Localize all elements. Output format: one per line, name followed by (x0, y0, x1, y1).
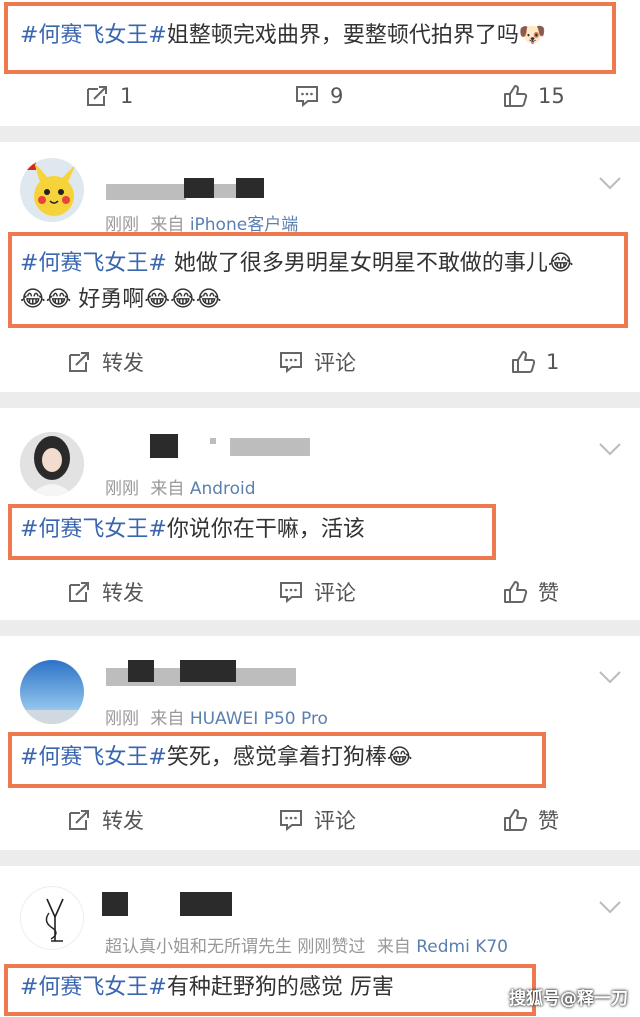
like-button[interactable]: 15 (502, 76, 565, 116)
comment-action-bar: 转发 评论 赞 (0, 572, 640, 612)
like-button[interactable]: 1 (510, 342, 559, 382)
post-text: #何赛飞女王#姐整顿完戏曲界，要整顿代拍界了吗🐶 (20, 20, 546, 52)
comment-meta: 超认真小姐和无所谓先生 刚刚赞过 来自 Redmi K70 (105, 932, 508, 957)
ysl-logo-avatar-icon (45, 898, 64, 942)
comment-card: 刚刚 来自 Android #何赛飞女王#你说你在干嘛，活该 转发 评论 赞 (0, 408, 640, 620)
repost-button[interactable]: 转发 (66, 800, 144, 840)
comment-card: 刚刚 来自 HUAWEI P50 Pro #何赛飞女王#笑死，感觉拿着打狗棒😂 … (0, 636, 640, 850)
comment-button[interactable]: 评论 (278, 342, 356, 382)
repost-button[interactable]: 1 (84, 76, 133, 116)
repost-count: 1 (120, 84, 134, 108)
comment-meta: 刚刚 来自 Android (105, 474, 256, 499)
repost-label: 转发 (102, 809, 144, 833)
like-label: 1 (546, 350, 560, 374)
like-button[interactable]: 赞 (502, 572, 559, 612)
comment-time: 刚刚 (105, 709, 139, 729)
post-body: 姐整顿完戏曲界，要整顿代拍界了吗 (166, 23, 519, 48)
like-label: 赞 (538, 809, 559, 833)
laugh-emoji-icon: 😂 (386, 745, 413, 770)
like-button[interactable]: 赞 (502, 800, 559, 840)
repost-icon (69, 352, 89, 372)
comment-label: 评论 (314, 809, 356, 833)
comment-body: 笑死，感觉拿着打狗棒 (166, 745, 387, 770)
post-action-bar: 1 9 15 (0, 76, 640, 116)
thumbs-up-icon (504, 581, 528, 603)
hashtag-link[interactable]: #何赛飞女王# (20, 745, 167, 770)
source-prefix: 来自 (150, 479, 185, 499)
repost-label: 转发 (102, 351, 144, 375)
comment-text-line2: 😂😂 好勇啊😂😂😂 (20, 284, 222, 316)
comment-action-bar: 转发 评论 赞 (0, 800, 640, 840)
sky-avatar-icon (20, 660, 84, 724)
repost-button[interactable]: 转发 (66, 342, 144, 382)
avatar[interactable] (20, 886, 84, 950)
device-source-link[interactable]: Redmi K70 (416, 937, 508, 957)
comment-meta: 刚刚 来自 HUAWEI P50 Pro (105, 704, 328, 729)
like-count: 15 (538, 84, 565, 108)
device-source-link[interactable]: Android (190, 479, 256, 499)
hashtag-link[interactable]: #何赛飞女王# (20, 23, 167, 48)
comment-body: 你说你在干嘛，活该 (166, 517, 365, 542)
comment-button[interactable]: 9 (294, 76, 343, 116)
repost-icon (87, 86, 107, 106)
source-prefix: 来自 (150, 709, 185, 729)
comment-text: #何赛飞女王#笑死，感觉拿着打狗棒😂 (20, 742, 413, 774)
repost-button[interactable]: 转发 (66, 572, 144, 612)
comment-body: 她做了很多男明星女明星不敢做的事儿 (166, 251, 548, 276)
comment-label: 评论 (314, 351, 356, 375)
repost-icon (69, 582, 89, 602)
laugh-cry-emoji-icon: 😂😂😂 (144, 287, 222, 312)
pikachu-avatar-icon (22, 160, 76, 216)
chevron-down-icon[interactable] (598, 176, 622, 190)
repost-icon (69, 810, 89, 830)
avatar[interactable] (20, 432, 84, 496)
comment-icon (280, 352, 302, 374)
username-redacted[interactable] (150, 434, 320, 460)
avatar[interactable] (20, 158, 84, 222)
thumbs-up-icon (504, 809, 528, 831)
like-label: 赞 (538, 581, 559, 605)
comment-icon (280, 582, 302, 604)
comment-label: 评论 (314, 581, 356, 605)
user-photo-avatar-icon (20, 432, 84, 496)
repost-label: 转发 (102, 581, 144, 605)
source-prefix: 来自 (376, 937, 411, 957)
watermark: 搜狐号@释一刀 (509, 989, 628, 1009)
hashtag-link[interactable]: #何赛飞女王# (20, 975, 167, 1000)
comment-button[interactable]: 评论 (278, 572, 356, 612)
thumbs-up-icon (512, 351, 536, 373)
comment-time: 刚刚 (105, 479, 139, 499)
username-redacted[interactable] (106, 178, 276, 204)
laugh-cry-emoji-icon: 😂 (547, 251, 574, 276)
doge-emoji-icon: 🐶 (518, 23, 547, 48)
hashtag-link[interactable]: #何赛飞女王# (20, 251, 167, 276)
comment-body-2: 好勇啊 (71, 287, 145, 312)
chevron-down-icon[interactable] (598, 670, 622, 684)
thumbs-up-icon (504, 85, 528, 107)
post-card: #何赛飞女王#姐整顿完戏曲界，要整顿代拍界了吗🐶 1 9 15 (0, 0, 640, 126)
username-redacted[interactable] (106, 660, 306, 686)
comment-action-bar: 转发 评论 1 (0, 342, 640, 382)
comment-card: 刚刚 来自 iPhone客户端 #何赛飞女王# 她做了很多男明星女明星不敢做的事… (0, 142, 640, 392)
comment-button[interactable]: 评论 (278, 800, 356, 840)
chevron-down-icon[interactable] (598, 900, 622, 914)
username-redacted[interactable] (102, 892, 242, 918)
comment-time: 超认真小姐和无所谓先生 刚刚赞过 (105, 937, 366, 957)
avatar[interactable] (20, 660, 84, 724)
comment-text: #何赛飞女王#你说你在干嘛，活该 (20, 514, 365, 546)
comment-body: 有种赶野狗的感觉 厉害 (166, 975, 394, 1000)
comment-icon (296, 86, 318, 108)
chevron-down-icon[interactable] (598, 442, 622, 456)
hashtag-link[interactable]: #何赛飞女王# (20, 517, 167, 542)
device-source-link[interactable]: HUAWEI P50 Pro (190, 709, 328, 729)
comment-text: #何赛飞女王#有种赶野狗的感觉 厉害 (20, 972, 394, 1004)
comment-count: 9 (330, 84, 344, 108)
comment-text: #何赛飞女王# 她做了很多男明星女明星不敢做的事儿😂 (20, 248, 574, 280)
comment-icon (280, 810, 302, 832)
laugh-cry-emoji-icon: 😂😂 (20, 287, 72, 312)
